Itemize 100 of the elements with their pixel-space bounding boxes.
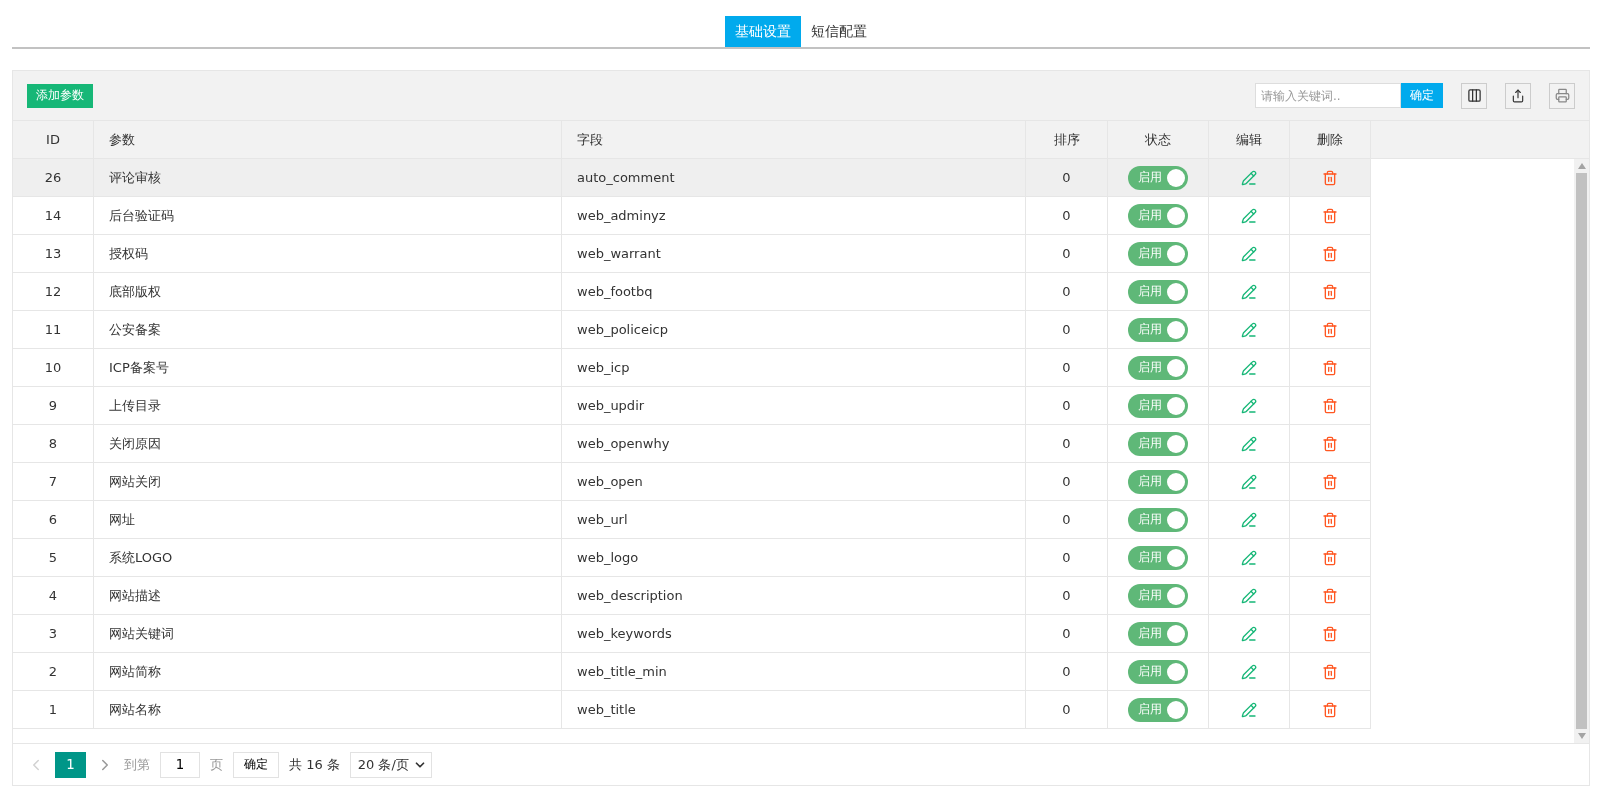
delete-icon[interactable] [1322,473,1338,490]
table-cell: web_warrant [562,235,1026,272]
table-row[interactable]: 2 网站简称 web_title_min 0 启用 [13,653,1371,691]
table-cell: 网站简称 [94,653,562,690]
table-cell: 系统LOGO [94,539,562,576]
edit-icon[interactable] [1241,207,1257,224]
table-cell: 2 [13,653,94,690]
edit-icon[interactable] [1241,169,1257,186]
edit-icon[interactable] [1241,549,1257,566]
table-row[interactable]: 8 关闭原因 web_openwhy 0 启用 [13,425,1371,463]
table-cell: 底部版权 [94,273,562,310]
table-cell: 关闭原因 [94,425,562,462]
table-cell: 1 [13,691,94,728]
delete-icon[interactable] [1322,549,1338,566]
table-cell: web_open [562,463,1026,500]
delete-icon[interactable] [1322,321,1338,338]
delete-icon[interactable] [1322,625,1338,642]
delete-icon[interactable] [1322,397,1338,414]
table-cell: web_adminyz [562,197,1026,234]
confirm-button[interactable]: 确定 [233,751,279,778]
page-input[interactable]: 1 [160,751,200,778]
table-cell: web_footbq [562,273,1026,310]
export-icon[interactable] [1505,82,1531,109]
table-cell: web_policeicp [562,311,1026,348]
table-cell: ICP备案号 [94,349,562,386]
table-cell: 网站关闭 [94,463,562,500]
edit-icon[interactable] [1241,245,1257,262]
table-cell: 0 [1026,463,1108,500]
column-header: 删除 [1290,121,1371,158]
table-cell: 12 [13,273,94,310]
table-row[interactable]: 7 网站关闭 web_open 0 启用 [13,463,1371,501]
table-cell: 9 [13,387,94,424]
scroll-up-icon[interactable] [1577,163,1586,169]
table-row[interactable]: 1 网站名称 web_title 0 启用 [13,691,1371,729]
page-size-select[interactable]: 20 条/页 [349,751,432,778]
table-row[interactable]: 10 ICP备案号 web_icp 0 启用 [13,349,1371,387]
table-row[interactable]: 4 网站描述 web_description 0 启用 [13,577,1371,615]
edit-icon[interactable] [1241,321,1257,338]
table-row[interactable]: 13 授权码 web_warrant 0 启用 [13,235,1371,273]
table-cell: 网站名称 [94,691,562,728]
delete-icon[interactable] [1322,283,1338,300]
table-cell: 后台验证码 [94,197,562,234]
page-button[interactable]: 1 [55,751,86,778]
scroll-down-icon[interactable] [1577,733,1586,739]
column-header: 参数 [94,121,562,158]
edit-icon[interactable] [1241,397,1257,414]
column-header: 排序 [1026,121,1108,158]
table-cell: 0 [1026,691,1108,728]
tab[interactable]: 短信配置 [801,16,877,47]
delete-icon[interactable] [1322,169,1338,186]
table-cell: web_description [562,577,1026,614]
total-count: 共 16 条 [289,755,340,774]
table-cell: 4 [13,577,94,614]
table-cell: auto_comment [562,159,1026,196]
table-cell: 0 [1026,197,1108,234]
table-row[interactable]: 12 底部版权 web_footbq 0 启用 [13,273,1371,311]
table-cell: 0 [1026,387,1108,424]
table-cell: web_url [562,501,1026,538]
table-cell: 6 [13,501,94,538]
table-row[interactable]: 14 后台验证码 web_adminyz 0 启用 [13,197,1371,235]
delete-icon[interactable] [1322,663,1338,680]
delete-icon[interactable] [1322,359,1338,376]
table-cell: web_icp [562,349,1026,386]
table-row[interactable]: 26 评论审核 auto_comment 0 启用 [13,159,1371,197]
delete-icon[interactable] [1322,511,1338,528]
table-row[interactable]: 3 网站关键词 web_keywords 0 启用 [13,615,1371,653]
table-row[interactable]: 6 网址 web_url 0 启用 [13,501,1371,539]
table-cell: web_title [562,691,1026,728]
delete-icon[interactable] [1322,587,1338,604]
delete-icon[interactable] [1322,435,1338,452]
edit-icon[interactable] [1241,663,1257,680]
columns-icon[interactable] [1461,82,1487,109]
table-row[interactable]: 5 系统LOGO web_logo 0 启用 [13,539,1371,577]
table-cell: 7 [13,463,94,500]
edit-icon[interactable] [1241,587,1257,604]
table-row[interactable]: 9 上传目录 web_updir 0 启用 [13,387,1371,425]
table-cell: 5 [13,539,94,576]
table-cell: web_openwhy [562,425,1026,462]
table-cell: web_logo [562,539,1026,576]
table-cell: 0 [1026,425,1108,462]
search-field[interactable]: 请输入关键词.. [1255,83,1401,108]
edit-icon[interactable] [1241,473,1257,490]
edit-icon[interactable] [1241,435,1257,452]
table-cell: 0 [1026,615,1108,652]
delete-icon[interactable] [1322,207,1338,224]
delete-icon[interactable] [1322,701,1338,718]
table-cell: 0 [1026,159,1108,196]
scrollbar[interactable] [1574,159,1589,743]
edit-icon[interactable] [1241,359,1257,376]
edit-icon[interactable] [1241,511,1257,528]
page-unit-label: 页 [210,755,223,774]
table-row[interactable]: 11 公安备案 web_policeicp 0 启用 [13,311,1371,349]
table-cell: 14 [13,197,94,234]
edit-icon[interactable] [1241,701,1257,718]
edit-icon[interactable] [1241,625,1257,642]
delete-icon[interactable] [1322,245,1338,262]
edit-icon[interactable] [1241,283,1257,300]
table-cell: 网站描述 [94,577,562,614]
table-cell: 0 [1026,311,1108,348]
print-icon[interactable] [1549,82,1575,109]
